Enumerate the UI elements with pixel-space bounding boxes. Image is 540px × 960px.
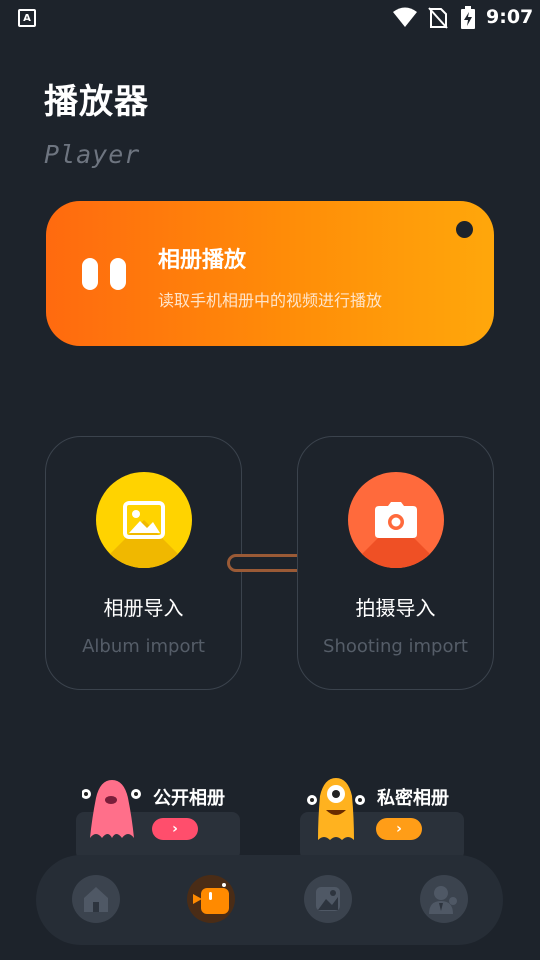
page-title: 播放器 — [44, 82, 149, 122]
album-import-card[interactable]: 相册导入 Album import — [45, 436, 242, 690]
album-play-banner[interactable]: 相册播放 读取手机相册中的视频进行播放 — [46, 201, 494, 346]
banner-description: 读取手机相册中的视频进行播放 — [158, 291, 383, 310]
battery-charging-icon — [461, 6, 475, 29]
player-screen: A 9:07 播放器 Player 相册播放 读取手机相册中的视频进行播放 相册… — [0, 0, 540, 960]
shooting-import-circle — [348, 472, 444, 568]
public-album-shortcut[interactable]: 公开相册 › — [74, 760, 244, 860]
video-camera-icon — [193, 883, 229, 914]
nav-gallery[interactable] — [304, 875, 352, 923]
no-sim-icon — [428, 7, 448, 29]
nav-profile[interactable] — [420, 875, 468, 923]
public-album-label: 公开相册 — [153, 788, 225, 809]
nav-video[interactable] — [187, 875, 235, 923]
status-time: 9:07 — [486, 6, 534, 28]
private-album-shortcut[interactable]: 私密相册 › — [298, 760, 468, 860]
camera-icon — [375, 502, 417, 538]
home-icon — [84, 887, 108, 912]
font-app-icon: A — [18, 9, 36, 27]
shooting-import-subtitle: Shooting import — [323, 636, 468, 657]
banner-title: 相册播放 — [158, 248, 247, 273]
image-icon — [123, 501, 165, 539]
shooting-import-card[interactable]: 拍摄导入 Shooting import — [297, 436, 494, 690]
shooting-import-title: 拍摄导入 — [355, 596, 436, 620]
album-import-title: 相册导入 — [103, 596, 184, 620]
album-import-subtitle: Album import — [82, 636, 205, 657]
yellow-monster-icon — [307, 778, 365, 840]
bottom-nav — [36, 855, 503, 945]
wifi-icon — [393, 7, 417, 27]
banner-hole-dot — [456, 221, 473, 238]
pause-icon — [82, 258, 126, 290]
private-album-arrow-button[interactable]: › — [376, 818, 422, 840]
pink-monster-icon — [82, 780, 141, 838]
page-subtitle: Player — [44, 140, 141, 169]
nav-home[interactable] — [72, 875, 120, 923]
album-import-circle — [96, 472, 192, 568]
private-album-label: 私密相册 — [377, 788, 449, 809]
public-album-arrow-button[interactable]: › — [152, 818, 198, 840]
profile-icon — [429, 886, 457, 914]
status-bar: A 9:07 — [0, 0, 540, 36]
gallery-icon — [316, 887, 340, 911]
